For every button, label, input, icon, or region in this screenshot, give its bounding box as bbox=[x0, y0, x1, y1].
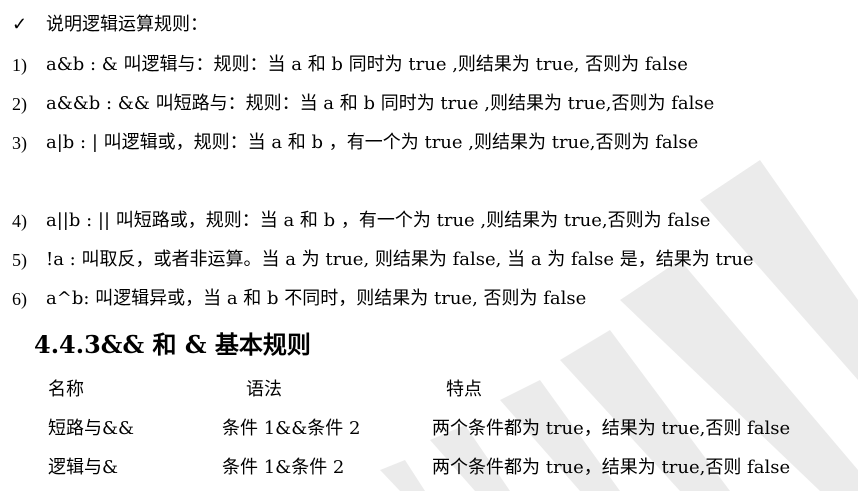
intro-text: 说明逻辑运算规则： bbox=[46, 14, 208, 35]
table-cell-name: 逻辑与& bbox=[48, 457, 119, 478]
rule-text: !a : 叫取反，或者非运算。当 a 为 true, 则结果为 false, 当… bbox=[46, 249, 754, 270]
checkmark-icon: ✓ bbox=[12, 14, 28, 35]
rule-number: 1) bbox=[12, 55, 27, 75]
rule-number: 4) bbox=[12, 211, 27, 231]
table-cell-syntax: 条件 1&条件 2 bbox=[222, 457, 345, 478]
section-heading: 4.4.3&& 和 & 基本规则 bbox=[34, 330, 311, 359]
rule-number: 2) bbox=[12, 94, 27, 114]
rule-number: 6) bbox=[12, 289, 27, 309]
rule-number: 3) bbox=[12, 133, 27, 153]
watermark-stroke bbox=[380, 460, 425, 491]
table-cell-name: 短路与&& bbox=[48, 418, 135, 439]
table-cell-syntax: 条件 1&&条件 2 bbox=[222, 418, 361, 439]
table-header-feature: 特点 bbox=[446, 379, 482, 400]
table-cell-feature: 两个条件都为 true，结果为 true,否则 false bbox=[432, 457, 791, 478]
document-page: ✓ 说明逻辑运算规则： 1) a&b : & 叫逻辑与：规则：当 a 和 b 同… bbox=[0, 0, 858, 491]
rule-text: a^b: 叫逻辑异或，当 a 和 b 不同时，则结果为 true, 否则为 fa… bbox=[46, 288, 587, 309]
table-header-syntax: 语法 bbox=[246, 379, 282, 400]
rule-text: a&&b : && 叫短路与：规则：当 a 和 b 同时为 true ,则结果为… bbox=[46, 93, 715, 114]
rule-text: a|b : | 叫逻辑或，规则：当 a 和 b ，有一个为 true ,则结果为… bbox=[46, 132, 699, 153]
rule-number: 5) bbox=[12, 250, 27, 270]
rule-text: a&b : & 叫逻辑与：规则：当 a 和 b 同时为 true ,则结果为 t… bbox=[46, 54, 688, 75]
table-cell-feature: 两个条件都为 true，结果为 true,否则 false bbox=[432, 418, 791, 439]
table-header-name: 名称 bbox=[48, 379, 84, 400]
rule-text: a||b : || 叫短路或，规则：当 a 和 b ，有一个为 true ,则结… bbox=[46, 210, 711, 231]
